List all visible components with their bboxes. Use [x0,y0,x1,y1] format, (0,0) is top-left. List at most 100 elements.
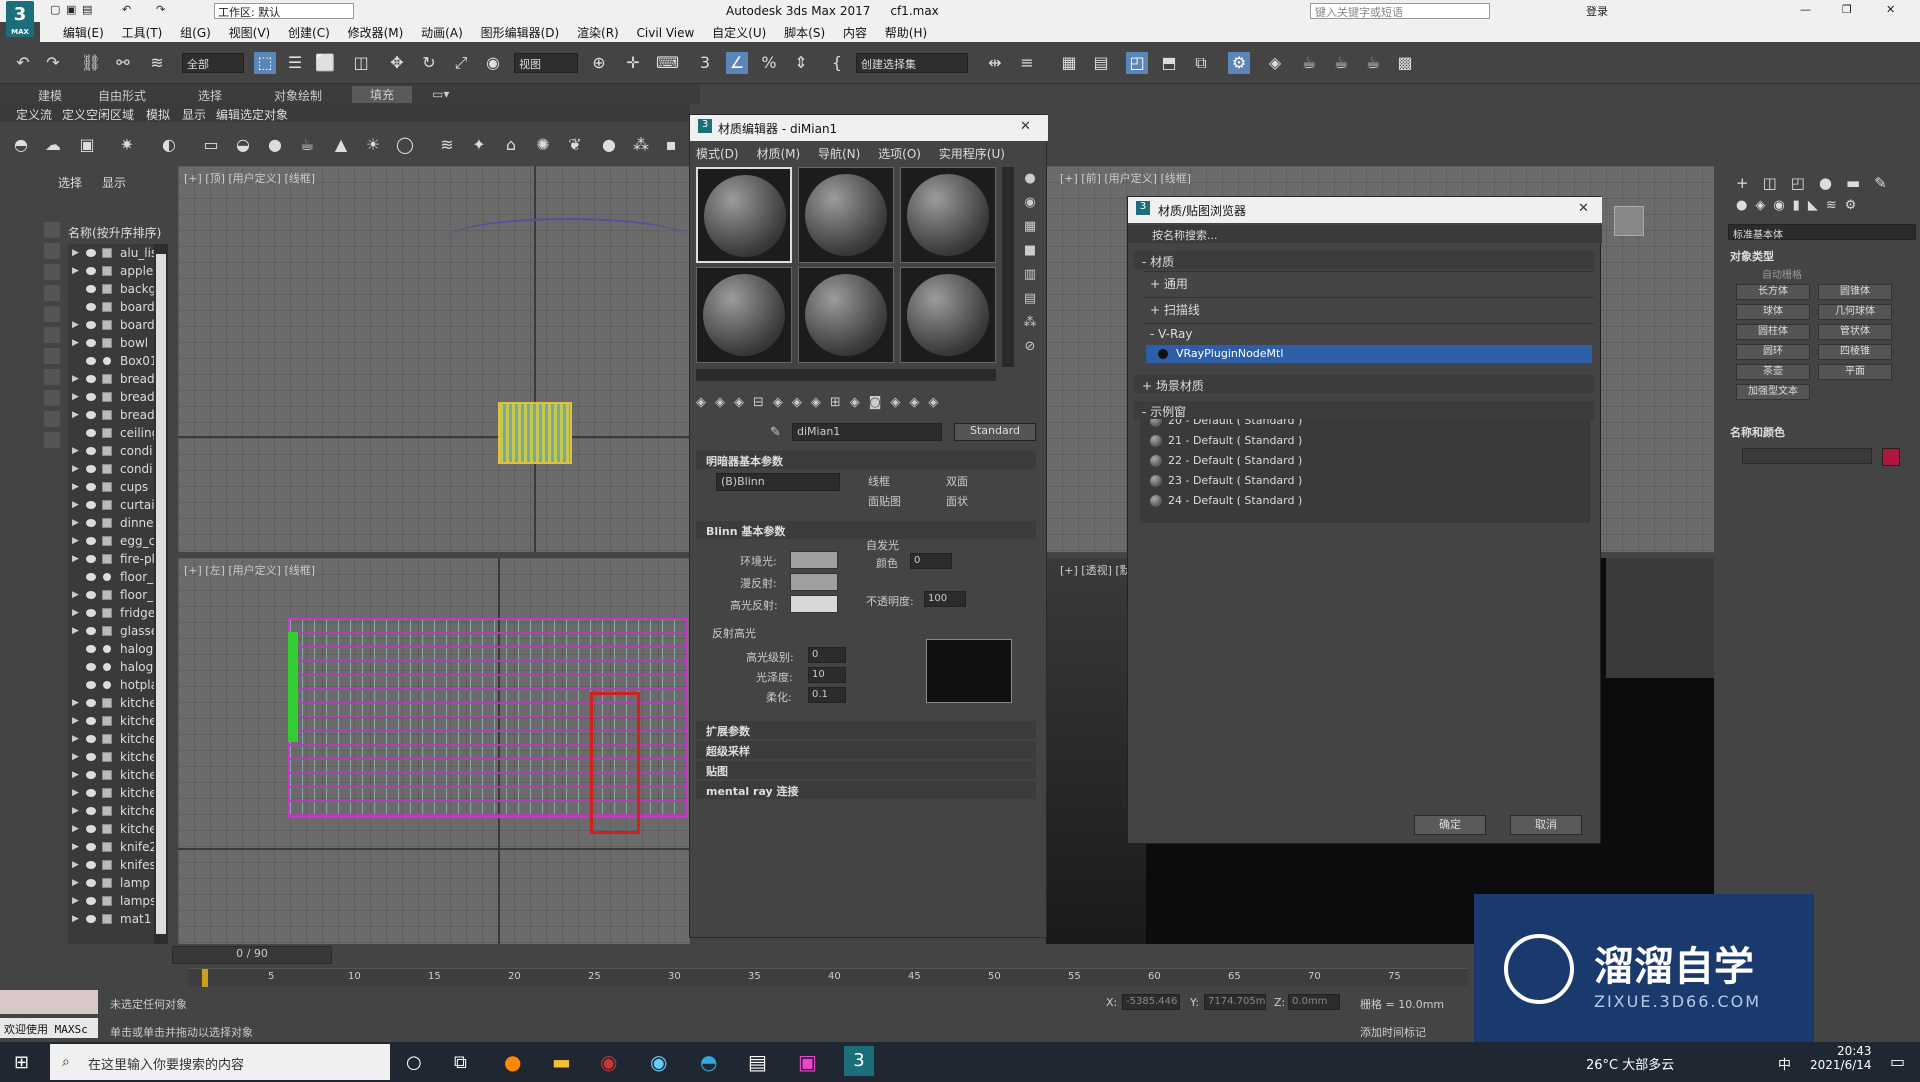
notification-icon[interactable]: ▭ [1890,1052,1905,1071]
list-item[interactable]: ▶ cups [68,478,168,496]
expand-icon[interactable]: ▶ [72,802,79,820]
visibility-icon[interactable] [86,807,96,815]
menu-graph-editors[interactable]: 图形编辑器(D) [474,22,567,43]
named-selection-set[interactable]: 创建选择集 [856,53,968,73]
app-icon[interactable]: ▣ [798,1050,817,1074]
camera-icon[interactable]: ◐ [158,134,180,156]
menu-content[interactable]: 内容 [836,22,874,43]
login-link[interactable]: 登录 [1586,3,1608,19]
edge-icon[interactable]: ◓ [700,1050,717,1074]
mirror-icon[interactable]: ⇹ [984,52,1006,74]
expand-icon[interactable]: ▶ [72,406,79,424]
visibility-icon[interactable] [86,591,96,599]
layer-manager-icon[interactable]: ▦ [1058,52,1080,74]
list-item[interactable]: ▶ kitche [68,766,168,784]
list-item[interactable]: ▶ lamp [68,874,168,892]
teapot-icon[interactable]: ◓ [10,134,32,156]
rotate-icon[interactable]: ↻ [418,52,440,74]
undo-icon[interactable]: ↶ [12,52,34,74]
list-item[interactable]: ▶ egg_c [68,532,168,550]
render-icon[interactable]: ☕ [1298,52,1320,74]
activeshade-icon[interactable]: ☕ [1362,52,1384,74]
expand-icon[interactable]: ▶ [72,712,79,730]
me-menu-material[interactable]: 材质(M) [756,147,800,161]
expand-icon[interactable]: ▶ [72,730,79,748]
app-logo[interactable]: 3 MAX [6,1,34,37]
list-item[interactable]: ▶ knife2 [68,838,168,856]
expand-icon[interactable]: ▶ [72,874,79,892]
list-item[interactable]: 24 - Default ( Standard ) [1140,491,1590,511]
visibility-icon[interactable] [86,339,96,347]
save-icon[interactable]: ▤ [82,3,92,19]
group-general[interactable]: + 通用 [1144,271,1594,291]
visibility-icon[interactable] [86,519,96,527]
light-icon[interactable]: ✷ [116,134,138,156]
visibility-icon[interactable] [86,609,96,617]
me-menu-navigation[interactable]: 导航(N) [818,147,860,161]
filter-geometry-icon[interactable] [44,222,60,238]
shader-rollout[interactable]: 明暗器基本参数 [696,451,1036,469]
slot-side-tools[interactable]: ● ◉ ▦ ■ ▥ ▤ ⁂ ⊘ [1020,167,1040,367]
visibility-icon[interactable] [86,825,96,833]
expand-icon[interactable]: ▶ [72,478,79,496]
dome-icon[interactable]: ◒ [232,134,254,156]
browser-search[interactable]: 按名称搜索... [1128,225,1602,243]
list-item[interactable]: ▶ glasse [68,622,168,640]
list-item[interactable]: ▶ alu_lis [68,244,168,262]
visibility-icon[interactable] [86,249,96,257]
open-icon[interactable]: ▣ [66,3,76,19]
visibility-icon[interactable] [86,411,96,419]
supersampling-rollout[interactable]: 超级采样 [696,741,1036,759]
file-explorer-icon[interactable]: ▬ [552,1050,571,1074]
wire-checkbox[interactable]: 线框 [868,473,890,489]
move-icon[interactable]: ✥ [386,52,408,74]
cone-icon[interactable]: ▲ [330,134,352,156]
tube-button[interactable]: 管状体 [1818,324,1892,340]
list-item[interactable]: ▶ kitche [68,784,168,802]
expand-icon[interactable]: ▶ [72,784,79,802]
new-icon[interactable]: ▢ [50,3,60,19]
visibility-icon[interactable] [86,681,96,689]
close-icon[interactable]: ✕ [1886,3,1895,19]
list-item[interactable]: ▶ knifes [68,856,168,874]
search-field[interactable]: 键入关键字或短语 [1310,3,1490,19]
list-item[interactable]: 20 - Default ( Standard ) [1140,419,1590,431]
menu-tools[interactable]: 工具(T) [115,22,170,43]
define-flows[interactable]: 定义流 [16,106,52,123]
list-item[interactable]: ▶ bowl [68,334,168,352]
multi-icon[interactable]: ⁂ [630,134,652,156]
proxy-icon[interactable]: ✺ [532,134,554,156]
expand-icon[interactable]: ▶ [72,460,79,478]
create-category-icons[interactable]: ●◈◉▮◣≋⚙ [1736,198,1916,218]
render-setup-icon[interactable]: ⚙ [1228,52,1250,74]
minimize-icon[interactable]: — [1800,3,1811,19]
cone-button[interactable]: 圆锥体 [1818,284,1892,300]
edit-named-selection-icon[interactable]: { [826,52,848,74]
tab-object-paint[interactable]: 对象绘制 [274,87,322,104]
faceted-checkbox[interactable]: 面状 [946,493,968,509]
tab-select[interactable]: 选择 [58,176,82,190]
mesh-icon[interactable]: ⌂ [500,134,522,156]
weather-text[interactable]: 26°C 大部多云 [1586,1054,1674,1073]
material-editor-icon[interactable]: ⧉ [1190,52,1212,74]
visibility-icon[interactable] [86,429,96,437]
group-sample-slots[interactable]: - 示例窗 [1134,401,1594,419]
list-item[interactable]: ▶ dinne [68,514,168,532]
expand-icon[interactable]: ▶ [72,766,79,784]
color-checkbox[interactable]: 颜色 [876,555,898,571]
viewport-label-left[interactable]: [+] [左] [用户定义] [线框] [184,562,315,578]
expand-icon[interactable]: ▶ [72,316,79,334]
filter-lights-icon[interactable] [44,264,60,280]
align-icon[interactable]: ≡ [1016,52,1038,74]
visibility-icon[interactable] [86,357,96,365]
expand-icon[interactable]: ▶ [72,388,79,406]
window-crossing-icon[interactable]: ◫ [350,52,372,74]
ok-button[interactable]: 确定 [1414,815,1486,835]
extended-params-rollout[interactable]: 扩展参数 [696,721,1036,739]
cancel-button[interactable]: 取消 [1510,815,1582,835]
visibility-icon[interactable] [86,375,96,383]
list-item[interactable]: Box01 [68,352,168,370]
ball-icon[interactable]: ● [598,134,620,156]
expand-icon[interactable]: ▶ [72,244,79,262]
name-color-rollout[interactable]: 名称和颜色 [1730,424,1785,440]
